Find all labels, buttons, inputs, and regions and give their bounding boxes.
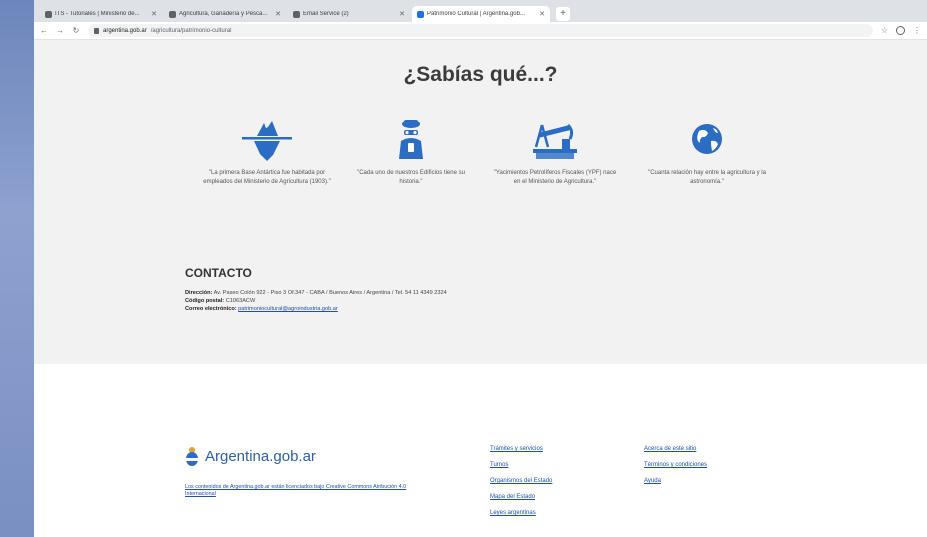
oil-pump-icon (533, 123, 577, 159)
tab-title: ITS - Tutoriales | Ministerio de... (55, 11, 140, 17)
postal-label: Código postal: (185, 298, 225, 304)
footer-link[interactable]: Términos y condiciones (644, 462, 707, 468)
fact-text: "La primera Base Antártica fue habitada … (203, 170, 331, 185)
favicon-icon (417, 10, 424, 18)
footer-link[interactable]: Ayuda (644, 478, 707, 484)
contact-address: Dirección: Av. Paseo Colón 922 - Piso 3 … (185, 289, 505, 297)
address-label: Dirección: (185, 290, 213, 296)
fact-card: "Cuanta relación hay entre la agricultur… (642, 115, 772, 186)
tab-title: Patrimonio Cultural | Argentina.gob... (427, 11, 525, 17)
footer-link[interactable]: Acerca de este sitio (644, 446, 707, 452)
scientist-icon (399, 120, 423, 159)
fact-card: "La primera Base Antártica fue habitada … (202, 115, 332, 186)
menu-dots-icon[interactable]: ⋮ (913, 26, 921, 35)
close-icon[interactable]: ✕ (275, 10, 281, 18)
reload-icon[interactable]: ↻ (72, 26, 80, 35)
contact-block: CONTACTO Dirección: Av. Paseo Colón 922 … (185, 266, 505, 313)
contact-email: Correo electrónico: patrimoniocultural@a… (185, 305, 505, 313)
favicon-icon (169, 10, 176, 18)
desktop-left-strip (0, 0, 34, 537)
fact-text: "Cada uno de nuestros Edificios tiene su… (357, 170, 465, 185)
contact-title: CONTACTO (185, 266, 252, 280)
close-icon[interactable]: ✕ (151, 10, 157, 18)
profile-icon[interactable] (896, 26, 905, 35)
license-link[interactable]: Los contenidos de Argentina.gob.ar están… (185, 484, 435, 498)
forward-arrow-icon[interactable]: → (56, 26, 64, 35)
close-icon[interactable]: ✕ (399, 10, 405, 18)
favicon-icon (45, 10, 52, 18)
coat-of-arms-icon (186, 447, 198, 466)
site-logo[interactable]: Argentina.gob.ar (185, 446, 316, 466)
tab-strip: ITS - Tutoriales | Ministerio de... ✕ Ag… (34, 0, 927, 22)
tab-title: Agricultura, Ganadería y Pesca... (179, 11, 268, 17)
footer-link[interactable]: Organismos del Estado (490, 478, 552, 484)
back-arrow-icon[interactable]: ← (40, 26, 48, 35)
address-bar[interactable]: argentina.gob.ar /agricultura/patrimonio… (88, 24, 873, 37)
site-footer: Argentina.gob.ar Los contenidos de Argen… (34, 364, 927, 537)
browser-tab-active[interactable]: Patrimonio Cultural | Argentina.gob... ✕ (412, 6, 550, 22)
email-link[interactable]: patrimoniocultural@agroindustria.gob.ar (238, 306, 338, 312)
postal-value: C1063ACW (225, 298, 256, 304)
sabias-section: ¿Sabías qué...? "La primera Base Antárti… (34, 41, 927, 364)
email-label: Correo electrónico: (185, 306, 237, 312)
footer-link[interactable]: Trámites y servicios (490, 446, 552, 452)
tab-title: Email Service (2) (303, 11, 349, 17)
globe-icon (692, 124, 722, 154)
browser-toolbar: ← → ↻ argentina.gob.ar /agricultura/patr… (34, 22, 927, 40)
new-tab-button[interactable]: + (556, 7, 570, 21)
favicon-icon (293, 10, 300, 18)
browser-tab-2[interactable]: Agricultura, Ganadería y Pesca... ✕ (164, 6, 286, 22)
url-path: /agricultura/patrimonio-cultural (150, 27, 232, 34)
url-host: argentina.gob.ar (103, 27, 147, 34)
footer-links-col-1: Trámites y servicios Turnos Organismos d… (490, 446, 552, 526)
footer-link[interactable]: Mapa del Estado (490, 494, 552, 500)
iceberg-icon (242, 121, 292, 161)
browser-window: ITS - Tutoriales | Ministerio de... ✕ Ag… (34, 0, 927, 537)
logo-text: Argentina.gob.ar (205, 447, 316, 465)
contact-postal: Código postal: C1063ACW (185, 297, 505, 305)
fact-card: "Cada uno de nuestros Edificios tiene su… (346, 115, 476, 186)
close-icon[interactable]: ✕ (539, 10, 545, 18)
section-title: ¿Sabías qué...? (403, 63, 558, 86)
footer-links-col-2: Acerca de este sitio Términos y condicio… (644, 446, 707, 494)
footer-link[interactable]: Turnos (490, 462, 552, 468)
fact-text: "Yacimientos Petrolíferos Fiscales (YPF)… (493, 170, 617, 185)
footer-link[interactable]: Leyes argentinas (490, 510, 552, 516)
fact-card: "Yacimientos Petrolíferos Fiscales (YPF)… (490, 115, 620, 186)
star-icon[interactable]: ☆ (881, 26, 888, 35)
fact-text: "Cuanta relación hay entre la agricultur… (648, 170, 766, 185)
address-value: Av. Paseo Colón 922 - Piso 3 Of.347 - CA… (213, 290, 447, 296)
web-page: ¿Sabías qué...? "La primera Base Antárti… (34, 41, 927, 537)
browser-tab-3[interactable]: Email Service (2) ✕ (288, 6, 410, 22)
lock-icon (94, 27, 99, 34)
browser-tab-1[interactable]: ITS - Tutoriales | Ministerio de... ✕ (40, 6, 162, 22)
